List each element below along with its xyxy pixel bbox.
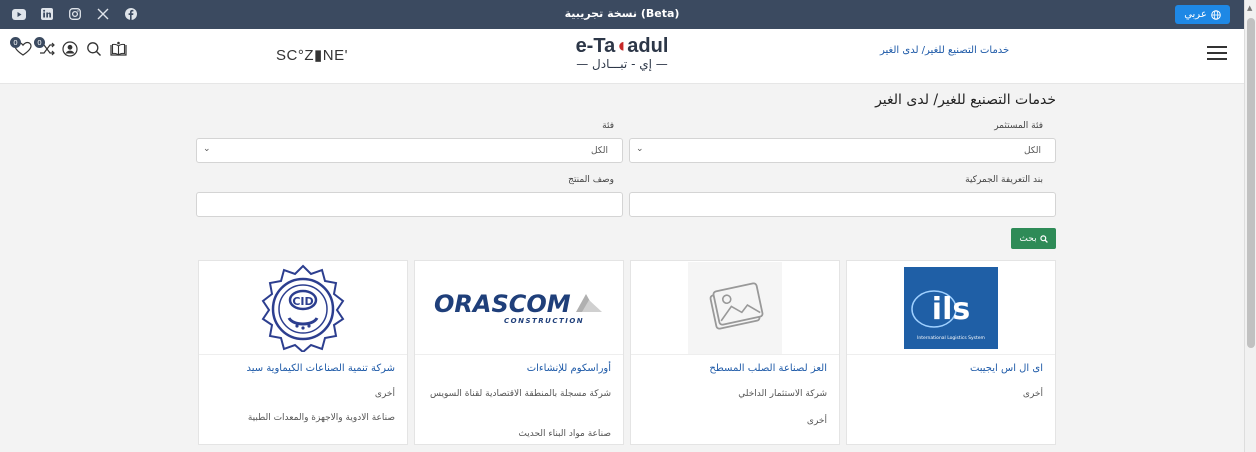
menu-icon-bar bbox=[1207, 52, 1227, 54]
search-button-label: بحث bbox=[1019, 233, 1037, 244]
company-sector: صناعة الادوية والاجهزة والمعدات الطبية bbox=[247, 413, 395, 423]
site-header: 0 0 SC°Z▮NE' e-Ta◖adul — إي - تبـــادل —… bbox=[0, 29, 1244, 84]
hs-code-label: بند التعريفة الجمركية bbox=[965, 175, 1043, 185]
svg-text:CID: CID bbox=[292, 295, 313, 308]
company-logo bbox=[631, 261, 839, 355]
company-type: شركة مسجلة بالمنطقة الاقتصادية لقناة الس… bbox=[430, 389, 611, 399]
wishlist-count: 0 bbox=[10, 37, 21, 48]
logo-wordmark: e-Ta◖adul bbox=[575, 35, 669, 57]
investor-category-select[interactable]: الكل ⌄ bbox=[629, 138, 1056, 163]
logo-arabic: — إي - تبـــادل — bbox=[576, 57, 668, 71]
account-button[interactable] bbox=[62, 41, 80, 59]
search-button[interactable] bbox=[86, 41, 104, 59]
company-type: شركة الاستثمار الداخلي bbox=[738, 389, 827, 399]
company-name[interactable]: اى ال اس ايجيبت bbox=[857, 363, 1043, 374]
wishlist-button[interactable]: 0 bbox=[10, 37, 32, 59]
company-logo: ORASCOM CONSTRUCTION bbox=[415, 261, 623, 355]
compare-button[interactable]: 0 bbox=[34, 37, 56, 59]
cid-logo-image: CID bbox=[261, 264, 345, 352]
page-title: خدمات التصنيع للغير/ لدى الغير bbox=[875, 92, 1056, 108]
company-name[interactable]: أوراسكوم للإنشاءات bbox=[425, 363, 611, 374]
page-scrollbar[interactable]: ▲ bbox=[1244, 0, 1256, 452]
category-value: الكل bbox=[590, 146, 608, 156]
menu-icon-bar bbox=[1207, 58, 1227, 60]
company-card[interactable]: ORASCOM CONSTRUCTION أوراسكوم للإنشاءات … bbox=[414, 260, 624, 445]
product-description-input[interactable] bbox=[196, 192, 623, 217]
language-label: عربي bbox=[1184, 9, 1207, 20]
image-placeholder-icon bbox=[688, 261, 782, 354]
company-card[interactable]: CID شركة تنمية الصناعات الكيماوية سيد أخ… bbox=[198, 260, 408, 445]
search-icon bbox=[87, 42, 101, 56]
menu-button[interactable] bbox=[1207, 46, 1227, 60]
svg-text:CONSTRUCTION: CONSTRUCTION bbox=[504, 317, 584, 325]
svg-text:ORASCOM: ORASCOM bbox=[434, 290, 571, 318]
chevron-down-icon: ⌄ bbox=[636, 144, 644, 154]
menu-icon-bar bbox=[1207, 46, 1227, 48]
investor-category-label: فئة المستثمر bbox=[994, 121, 1043, 131]
company-name[interactable]: العز لصناعة الصلب المسطح bbox=[641, 363, 827, 374]
scroll-up-icon[interactable]: ▲ bbox=[1247, 4, 1252, 12]
company-logo: ils International Logistics System bbox=[847, 261, 1055, 355]
partner-logo[interactable]: SC°Z▮NE' bbox=[276, 46, 348, 64]
company-card[interactable]: ils International Logistics System اى ال… bbox=[846, 260, 1056, 445]
ils-logo-image: ils International Logistics System bbox=[904, 266, 998, 349]
product-description-label: وصف المنتج bbox=[568, 175, 614, 185]
company-logo: CID bbox=[199, 261, 407, 355]
company-sector: أخرى bbox=[806, 416, 827, 426]
globe-icon bbox=[1210, 9, 1221, 20]
search-icon bbox=[1039, 234, 1048, 243]
top-bar: نسخة تجريبية (Beta) عربي bbox=[0, 0, 1244, 29]
company-card[interactable]: العز لصناعة الصلب المسطح شركة الاستثمار … bbox=[630, 260, 840, 445]
breadcrumb[interactable]: خدمات التصنيع للغير/ لدى الغير bbox=[880, 45, 1009, 56]
search-button-submit[interactable]: بحث bbox=[1011, 228, 1056, 249]
chevron-down-icon: ⌄ bbox=[203, 144, 211, 154]
book-user-icon bbox=[110, 41, 127, 56]
company-type: أخرى bbox=[1022, 389, 1043, 399]
investor-category-value: الكل bbox=[1023, 146, 1041, 156]
site-logo[interactable]: e-Ta◖adul — إي - تبـــادل — bbox=[562, 35, 682, 75]
header-actions: 0 0 bbox=[10, 37, 128, 59]
compare-count: 0 bbox=[34, 37, 45, 48]
language-button[interactable]: عربي bbox=[1175, 5, 1230, 24]
category-select[interactable]: الكل ⌄ bbox=[196, 138, 623, 163]
beta-label: نسخة تجريبية (Beta) bbox=[564, 7, 680, 20]
category-label: فئة bbox=[602, 121, 614, 131]
svg-text:ils: ils bbox=[932, 292, 970, 327]
hs-code-input[interactable] bbox=[629, 192, 1056, 217]
svg-text:International Logistics System: International Logistics System bbox=[917, 335, 985, 341]
scrollbar-thumb[interactable] bbox=[1247, 18, 1255, 348]
company-name[interactable]: شركة تنمية الصناعات الكيماوية سيد bbox=[209, 363, 396, 374]
company-sector: صناعة مواد البناء الحديث bbox=[518, 429, 611, 439]
company-type: أخرى bbox=[374, 389, 395, 399]
user-icon bbox=[62, 41, 78, 57]
orascom-logo-image: ORASCOM CONSTRUCTION bbox=[434, 290, 602, 325]
catalog-button[interactable] bbox=[110, 41, 128, 59]
